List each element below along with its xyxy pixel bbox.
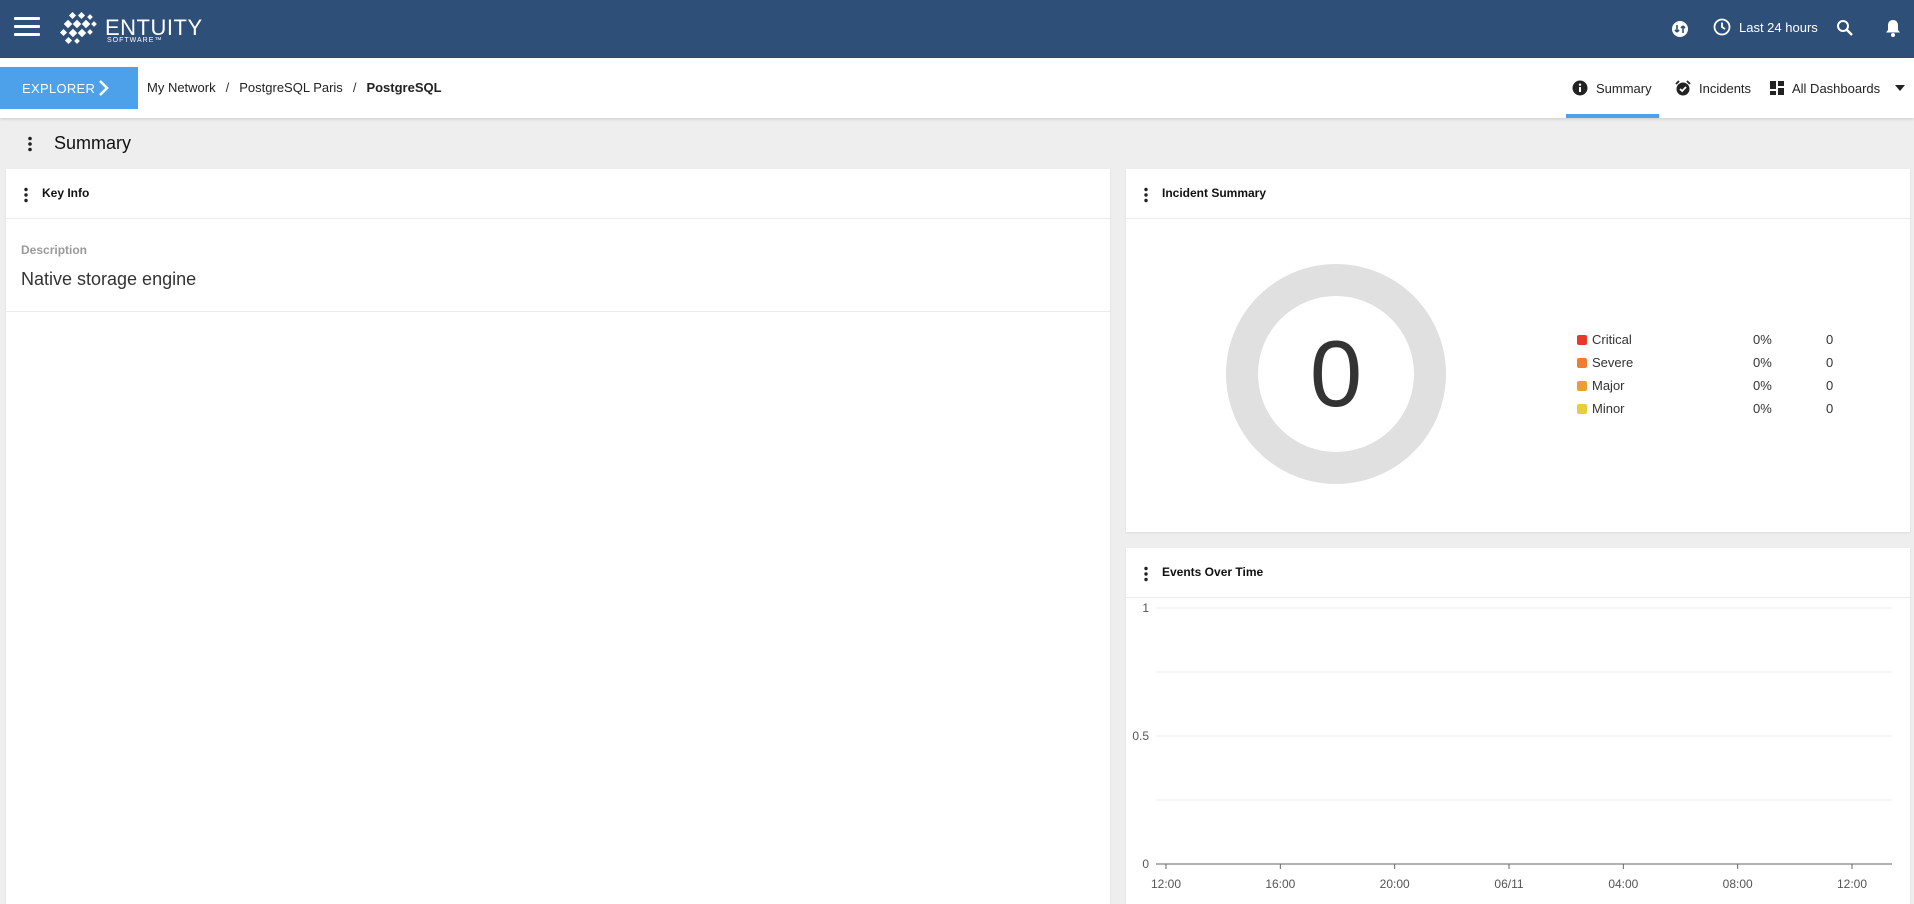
breadcrumb-postgresql-paris[interactable]: PostgreSQL Paris [239,80,343,95]
incident-summary-title: Incident Summary [1162,186,1267,200]
legend-percent: 0% [1753,355,1772,370]
legend-percent: 0% [1753,332,1772,347]
menu-icon[interactable] [11,15,41,41]
legend-item-minor[interactable]: Minor 0% 0 [1577,401,1897,424]
legend-count: 0 [1826,378,1834,393]
incident-summary-header: Incident Summary [1126,169,1910,219]
legend-item-critical[interactable]: Critical 0% 0 [1577,332,1897,355]
tab-incidents[interactable]: Incidents [1675,58,1751,118]
explorer-button[interactable]: EXPLORER [0,67,138,109]
legend-count: 0 [1826,355,1834,370]
legend-swatch [1577,381,1587,391]
x-tick-label: 04:00 [1608,877,1638,891]
tab-summary-label: Summary [1596,80,1652,96]
breadcrumb-current: PostgreSQL [366,80,442,95]
breadcrumb-my-network[interactable]: My Network [147,80,216,95]
key-info-options-kebab-icon[interactable] [23,187,29,203]
y-tick-label: 1 [1142,601,1149,615]
incident-donut-chart[interactable]: 0 [1226,264,1446,484]
time-range-selector[interactable]: Last 24 hours [1713,18,1818,36]
x-tick-label: 16:00 [1265,877,1295,891]
legend-name: Severe [1592,355,1634,370]
x-tick-label: 12:00 [1151,877,1181,891]
tab-all-dashboards-label: All Dashboards [1792,80,1881,96]
incident-legend: Critical 0% 0 Severe 0% 0 Major 0% 0 Minor 0% 0 [1577,332,1897,424]
info-icon [1572,80,1588,96]
legend-percent: 0% [1753,378,1772,393]
search-icon[interactable] [1836,19,1854,37]
legend-count: 0 [1826,332,1834,347]
legend-percent: 0% [1753,401,1772,416]
tab-all-dashboards[interactable]: All Dashboards [1770,58,1906,118]
x-tick-label: 08:00 [1723,877,1753,891]
events-over-time-chart[interactable]: 0 0.5 1 12:00 16:00 20:00 06/11 04:00 08:00 12:00 [1126,598,1910,904]
events-over-time-title: Events Over Time [1162,565,1264,579]
page-title: Summary [54,133,132,153]
network-status-icon[interactable] [1671,20,1689,38]
top-bar: ENTUITY SOFTWARE™ Last 24 hours [0,0,1914,58]
incident-total-count: 0 [1310,321,1362,426]
alarm-icon [1675,80,1691,96]
key-info-panel: Key Info Description Native storage engi… [6,169,1110,904]
entuity-logo: ENTUITY SOFTWARE™ [58,12,208,46]
breadcrumb: My Network / PostgreSQL Paris / PostgreS… [147,80,442,95]
description-label: Description [21,243,88,257]
x-tick-label: 06/11 [1494,877,1523,891]
notifications-bell-icon[interactable] [1884,18,1902,38]
legend-name: Critical [1592,332,1632,347]
legend-item-severe[interactable]: Severe 0% 0 [1577,355,1897,378]
x-tick-label: 12:00 [1837,877,1867,891]
y-tick-label: 0.5 [1132,729,1149,743]
page-title-row: Summary [0,118,1914,168]
legend-swatch [1577,404,1587,414]
events-options-kebab-icon[interactable] [1143,566,1149,582]
legend-name: Minor [1592,401,1625,416]
page-options-kebab-icon[interactable] [27,136,33,152]
x-tick-label: 20:00 [1380,877,1410,891]
breadcrumb-separator: / [352,80,357,95]
breadcrumb-separator: / [225,80,230,95]
incident-summary-panel: Incident Summary 0 Critical 0% 0 Severe 0% 0 M… [1126,169,1910,532]
events-over-time-panel: Events Over Time 0 0.5 1 12:00 16:00 20:00 06/… [1126,548,1910,904]
brand-subtitle: SOFTWARE™ [107,37,163,44]
incident-summary-options-kebab-icon[interactable] [1143,187,1149,203]
navigation-bar: EXPLORER My Network / PostgreSQL Paris /… [0,58,1914,118]
description-value: Native storage engine [21,269,197,289]
events-over-time-header: Events Over Time [1126,548,1910,598]
tab-summary[interactable]: Summary [1566,58,1659,118]
entuity-logo-mark-icon [59,12,97,45]
y-tick-label: 0 [1142,857,1149,871]
key-info-title: Key Info [42,186,90,200]
legend-name: Major [1592,378,1625,393]
legend-swatch [1577,335,1587,345]
legend-item-major[interactable]: Major 0% 0 [1577,378,1897,401]
key-info-header: Key Info [6,169,1110,219]
description-block [6,219,1110,312]
explorer-button-label: EXPLORER [22,80,96,96]
time-range-label: Last 24 hours [1739,19,1818,35]
clock-icon [1713,18,1731,36]
legend-swatch [1577,358,1587,368]
legend-count: 0 [1826,401,1834,416]
tab-incidents-label: Incidents [1699,80,1752,96]
caret-down-icon [1895,85,1906,91]
chevron-right-icon [99,80,109,96]
dashboard-grid-icon [1770,81,1784,95]
